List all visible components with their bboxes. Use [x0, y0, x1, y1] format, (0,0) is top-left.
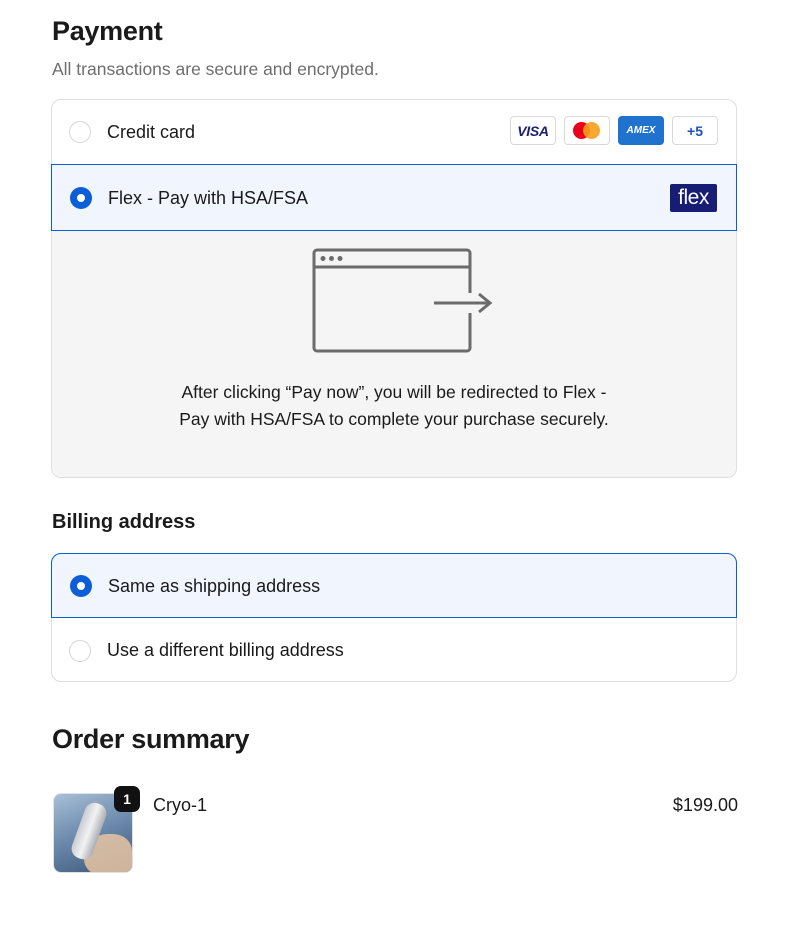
redirect-info: After clicking “Pay now”, you will be re…	[52, 231, 736, 477]
flex-hsa-fsa-option[interactable]: Flex - Pay with HSA/FSA flex	[51, 164, 737, 231]
different-billing-option[interactable]: Use a different billing address	[51, 618, 737, 682]
same-as-shipping-option[interactable]: Same as shipping address	[51, 553, 737, 618]
flex-logo: flex	[670, 184, 717, 212]
different-billing-radio[interactable]	[69, 640, 91, 662]
mastercard-icon	[564, 116, 610, 145]
different-billing-label: Use a different billing address	[107, 640, 344, 660]
payment-subtitle: All transactions are secure and encrypte…	[52, 59, 379, 79]
checkout-page: Payment All transactions are secure and …	[0, 0, 800, 950]
payment-title: Payment	[52, 16, 163, 46]
same-as-shipping-radio[interactable]	[70, 575, 92, 597]
payment-methods-panel: Credit card VISA AMEX +5 Flex - Pay with…	[51, 99, 737, 478]
billing-options-panel: Same as shipping address Use a different…	[51, 553, 737, 682]
product-price: $199.00	[672, 795, 738, 815]
redirect-message: After clicking “Pay now”, you will be re…	[179, 382, 609, 429]
card-brands: VISA AMEX +5	[510, 116, 718, 145]
browser-redirect-icon	[312, 248, 493, 353]
credit-card-radio[interactable]	[69, 121, 91, 143]
same-as-shipping-label: Same as shipping address	[108, 576, 321, 596]
flex-radio[interactable]	[70, 187, 92, 209]
amex-icon: AMEX	[618, 116, 664, 145]
flex-label: Flex - Pay with HSA/FSA	[108, 188, 309, 208]
more-cards-badge: +5	[672, 116, 718, 145]
billing-title: Billing address	[52, 511, 196, 533]
order-summary-title: Order summary	[52, 724, 250, 754]
credit-card-option[interactable]: Credit card VISA AMEX +5	[51, 99, 737, 165]
credit-card-label: Credit card	[107, 122, 196, 142]
visa-icon: VISA	[510, 116, 556, 145]
quantity-badge: 1	[114, 786, 140, 812]
product-name: Cryo-1	[153, 795, 208, 815]
